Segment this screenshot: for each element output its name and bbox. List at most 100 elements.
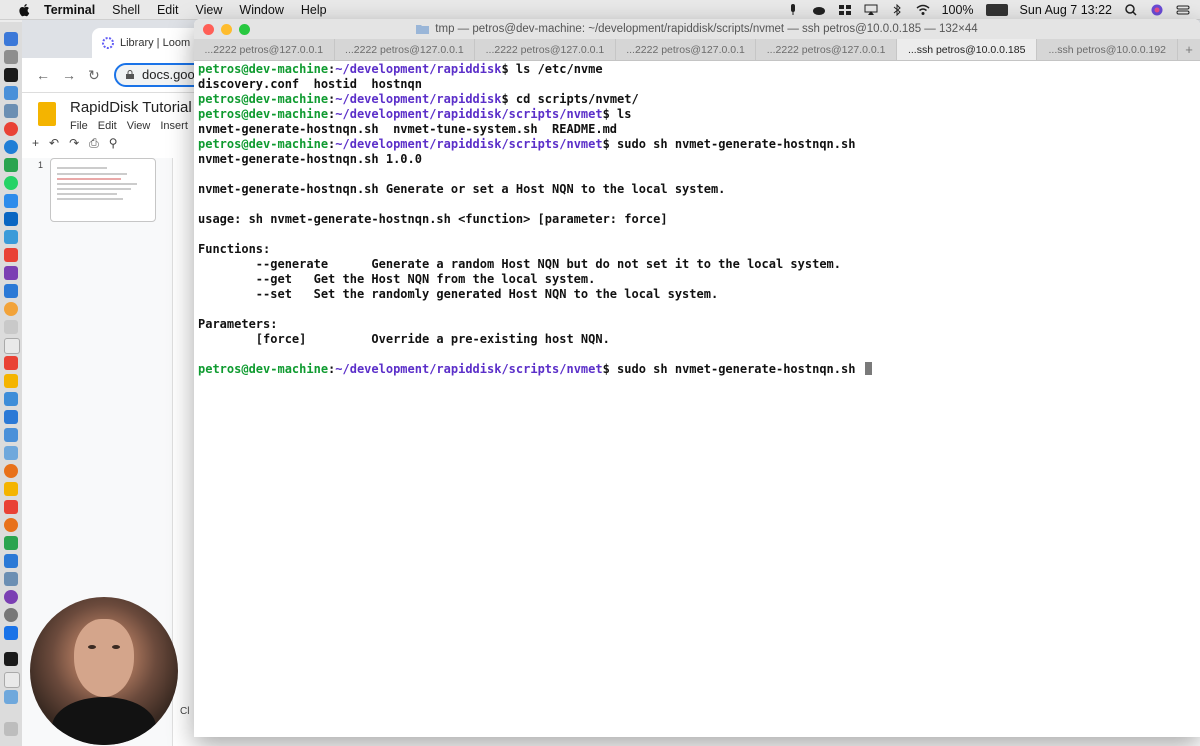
menu-shell[interactable]: Shell [112, 3, 140, 17]
siri-icon[interactable] [1150, 4, 1164, 16]
close-button[interactable] [203, 24, 214, 35]
cloud-icon[interactable] [812, 4, 826, 16]
battery-icon[interactable] [985, 3, 1008, 16]
menu-terminal[interactable]: Terminal [44, 3, 95, 17]
dock-app-icon[interactable] [4, 320, 18, 334]
dock-app-icon[interactable] [4, 500, 18, 514]
docs-menu-insert[interactable]: Insert [160, 120, 188, 132]
dock-app-icon[interactable] [4, 410, 18, 424]
dock-app-icon[interactable] [4, 104, 18, 118]
lock-icon [126, 70, 134, 79]
dock-app-icon[interactable] [4, 672, 20, 688]
dock-app-icon[interactable] [4, 86, 18, 100]
dock-app-icon[interactable] [4, 32, 18, 46]
thumbnail-line [57, 183, 137, 185]
terminal-tab[interactable]: ...2222 petros@127.0.0.1 [194, 39, 335, 60]
docs-menu-edit[interactable]: Edit [98, 120, 117, 132]
output-text: --set Set the randomly generated Host NQ… [198, 287, 719, 301]
dock-app-icon[interactable] [4, 68, 18, 82]
clock[interactable]: Sun Aug 7 13:22 [1020, 3, 1112, 17]
microphone-icon[interactable] [786, 3, 800, 16]
dock-app-icon[interactable] [4, 158, 18, 172]
terminal-tab-bar: ...2222 petros@127.0.0.1 ...2222 petros@… [194, 39, 1200, 61]
dock-app-icon[interactable] [4, 194, 18, 208]
dock-app-icon[interactable] [4, 536, 18, 550]
terminal-window: tmp — petros@dev-machine: ~/development/… [194, 19, 1200, 737]
menu-view[interactable]: View [196, 3, 223, 17]
terminal-tab[interactable]: ...2222 petros@127.0.0.1 [475, 39, 616, 60]
terminal-prompt-line: petros@dev-machine:~/development/rapiddi… [198, 137, 1200, 152]
bottom-label: Cl [180, 706, 190, 717]
prompt-command: $ sudo sh nvmet-generate-hostnqn.sh [602, 362, 863, 376]
control-center-icon[interactable] [1176, 4, 1190, 16]
dock-app-icon[interactable] [4, 626, 18, 640]
terminal-titlebar[interactable]: tmp — petros@dev-machine: ~/development/… [194, 19, 1200, 39]
grid-icon[interactable] [838, 4, 852, 16]
dock-app-icon[interactable] [4, 140, 18, 154]
dock-app-icon[interactable] [4, 374, 18, 388]
dock-app-icon[interactable] [4, 176, 18, 190]
terminal-output-line: nvmet-generate-hostnqn.sh 1.0.0 [198, 152, 1200, 167]
dock-app-icon[interactable] [4, 652, 18, 666]
output-text: nvmet-generate-hostnqn.sh nvmet-tune-sys… [198, 122, 618, 136]
dock-app-icon[interactable] [4, 122, 18, 136]
dock-app-icon[interactable] [4, 50, 18, 64]
dock-app-icon[interactable] [4, 482, 18, 496]
terminal-tab[interactable]: ...2222 petros@127.0.0.1 [616, 39, 757, 60]
menu-help[interactable]: Help [301, 3, 327, 17]
new-tab-button[interactable]: + [1178, 39, 1200, 60]
thumbnail-line [57, 193, 117, 195]
dock-app-icon[interactable] [4, 266, 18, 280]
webcam-eye [112, 645, 120, 649]
terminal-tab[interactable]: ...2222 petros@127.0.0.1 [756, 39, 897, 60]
thumbnail-line [57, 178, 121, 180]
terminal-output-line: --get Get the Host NQN from the local sy… [198, 272, 1200, 287]
dock-app-icon[interactable] [4, 302, 18, 316]
dock-app-icon[interactable] [4, 356, 18, 370]
search-icon[interactable] [1124, 3, 1138, 16]
dock-app-icon[interactable] [4, 248, 18, 262]
terminal-output[interactable]: petros@dev-machine:~/development/rapiddi… [198, 62, 1200, 737]
text-cursor [864, 362, 872, 375]
wifi-icon[interactable] [916, 4, 930, 16]
dock-app-icon[interactable] [4, 338, 20, 354]
dock-app-icon[interactable] [4, 230, 18, 244]
menu-window[interactable]: Window [239, 3, 283, 17]
terminal-tab-active[interactable]: ...ssh petros@10.0.0.185 [896, 39, 1038, 60]
dock-app-icon[interactable] [4, 590, 18, 604]
dock-app-icon[interactable] [4, 554, 18, 568]
reload-icon[interactable]: ↻ [88, 67, 100, 84]
add-icon[interactable]: + [32, 136, 39, 150]
webcam-bubble[interactable] [30, 597, 178, 745]
dock-app-icon[interactable] [4, 690, 18, 704]
zoom-button[interactable] [239, 24, 250, 35]
docs-menu-file[interactable]: File [70, 120, 88, 132]
bluetooth-icon[interactable] [890, 3, 904, 16]
dock-app-icon[interactable] [4, 392, 18, 406]
terminal-tab[interactable]: ...ssh petros@10.0.0.192 [1037, 39, 1179, 60]
menu-edit[interactable]: Edit [157, 3, 179, 17]
dock-app-icon[interactable] [4, 446, 18, 460]
back-icon[interactable]: ← [36, 67, 50, 83]
google-docs-icon[interactable] [38, 102, 56, 126]
dock-app-icon[interactable] [4, 212, 18, 226]
undo-icon[interactable]: ↶ [49, 136, 59, 150]
airplay-icon[interactable] [864, 4, 878, 16]
terminal-tab[interactable]: ...2222 petros@127.0.0.1 [335, 39, 476, 60]
trash-icon[interactable] [4, 722, 18, 736]
print-icon[interactable]: ⎙ [89, 136, 99, 151]
zoom-icon[interactable]: ⚲ [109, 136, 118, 150]
dock-app-icon[interactable] [4, 464, 18, 478]
dock-app-icon[interactable] [4, 608, 18, 622]
forward-icon[interactable]: → [62, 67, 76, 83]
dock-app-icon[interactable] [4, 518, 18, 532]
redo-icon[interactable]: ↷ [69, 136, 79, 150]
dock-app-icon[interactable] [4, 284, 18, 298]
output-text: usage: sh nvmet-generate-hostnqn.sh <fun… [198, 212, 668, 226]
dock-app-icon[interactable] [4, 572, 18, 586]
apple-icon[interactable] [18, 3, 32, 17]
page-thumbnail[interactable] [50, 158, 156, 222]
docs-menu-view[interactable]: View [127, 120, 151, 132]
minimize-button[interactable] [221, 24, 232, 35]
dock-app-icon[interactable] [4, 428, 18, 442]
